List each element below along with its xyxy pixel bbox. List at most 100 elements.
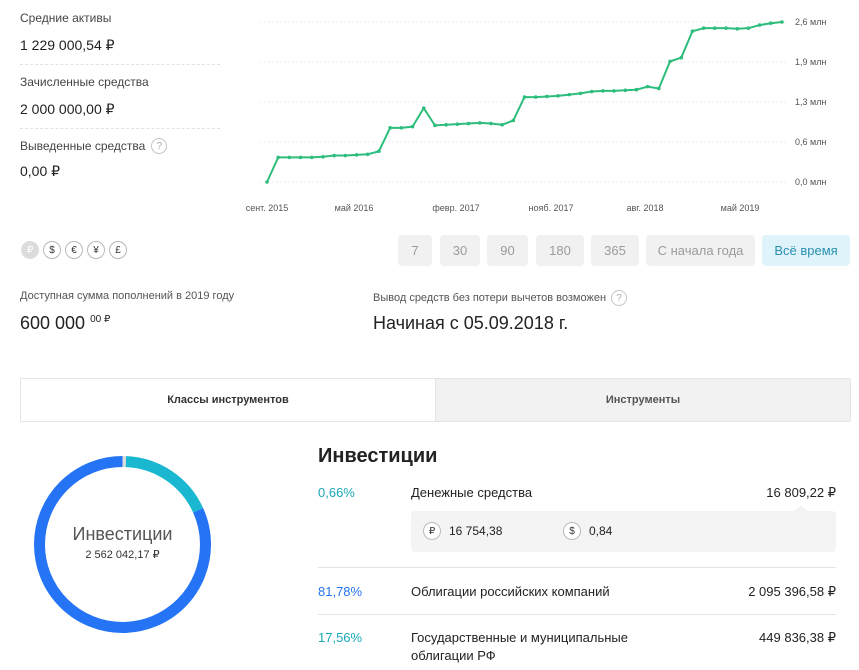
period-2-button[interactable]: 90 (487, 235, 528, 266)
data-point[interactable] (567, 92, 572, 97)
data-point[interactable] (489, 121, 493, 126)
data-point[interactable] (500, 122, 504, 127)
cash-usd-value: 0,84 (589, 524, 613, 538)
tab-instrument-classes[interactable]: Классы инструментов (21, 379, 435, 421)
data-point[interactable] (287, 155, 292, 160)
withdrawn-stat: Выведенные средства ? 0,00 ₽ (20, 138, 220, 180)
data-point[interactable] (365, 152, 370, 157)
withdraw-info-label: Вывод средств без потери вычетов возможе… (373, 292, 607, 304)
data-point[interactable] (511, 118, 516, 123)
x-tick-label: нояб. 2017 (528, 203, 573, 213)
data-point[interactable] (388, 126, 392, 130)
data-point[interactable] (444, 122, 448, 127)
view-tabs: Классы инструментов Инструменты (20, 378, 851, 422)
deposited-value: 2 000 000,00 ₽ (20, 101, 115, 117)
data-point[interactable] (298, 155, 303, 160)
donut-title: Инвестиции (72, 524, 173, 544)
investments-title: Инвестиции (318, 445, 438, 467)
data-point[interactable] (634, 87, 639, 92)
available-deposit-cents: 00 ₽ (90, 314, 111, 325)
data-point[interactable] (410, 124, 415, 129)
x-tick-label: май 2016 (335, 203, 374, 213)
data-point[interactable] (354, 153, 359, 157)
divider (20, 64, 220, 65)
data-point[interactable] (601, 89, 605, 93)
cash-breakdown: ₽ 16 754,38 $ 0,84 (411, 505, 836, 552)
y-tick-label: 0,6 млн (795, 137, 826, 147)
data-point[interactable] (668, 59, 672, 64)
period-1-button[interactable]: 30 (440, 235, 480, 266)
x-tick-label: сент. 2015 (246, 203, 289, 213)
dollar-icon: $ (563, 522, 581, 540)
avg-assets-value: 1 229 000,54 ₽ (20, 37, 115, 53)
row-name: Облигации российских компаний (411, 584, 610, 599)
currency-2-button[interactable]: € (65, 241, 83, 259)
data-point[interactable] (701, 26, 706, 30)
available-deposit-label: Доступная сумма пополнений в 2019 году (20, 290, 235, 302)
period-4-button[interactable]: 365 (591, 235, 639, 266)
help-icon[interactable]: ? (151, 138, 168, 154)
period-6-button[interactable]: Всё время (762, 235, 850, 266)
row-percent: 17,56% (318, 630, 363, 645)
data-point[interactable] (321, 154, 325, 159)
data-point[interactable] (477, 121, 482, 125)
divider (318, 567, 836, 568)
withdrawn-value: 0,00 ₽ (20, 163, 61, 179)
data-point[interactable] (533, 95, 538, 99)
data-point[interactable] (623, 88, 628, 93)
data-point[interactable] (679, 55, 684, 60)
data-point[interactable] (433, 123, 437, 128)
currency-1-button[interactable]: $ (43, 241, 61, 259)
data-point[interactable] (757, 23, 762, 27)
data-point[interactable] (645, 84, 650, 89)
data-point[interactable] (589, 89, 594, 94)
x-tick-label: февр. 2017 (432, 203, 479, 213)
data-point[interactable] (421, 106, 426, 110)
data-point[interactable] (780, 20, 784, 24)
row-percent: 0,66% (318, 485, 355, 500)
row-amount: 16 809,22 ₽ (766, 485, 836, 500)
data-point[interactable] (309, 155, 314, 160)
data-point[interactable] (377, 149, 381, 154)
data-point[interactable] (612, 89, 616, 93)
divider (20, 128, 220, 129)
period-5-button[interactable]: С начала года (646, 235, 755, 266)
withdrawn-label: Выведенные средства (20, 139, 146, 153)
currency-0-button[interactable]: ₽ (21, 241, 39, 259)
help-icon[interactable]: ? (611, 290, 628, 306)
cash-rub-value: 16 754,38 (449, 524, 503, 538)
data-point[interactable] (746, 26, 751, 30)
period-3-button[interactable]: 180 (536, 235, 584, 266)
data-point[interactable] (769, 21, 773, 26)
currency-4-button[interactable]: £ (109, 241, 127, 259)
data-point[interactable] (690, 29, 695, 34)
data-point[interactable] (522, 95, 527, 99)
data-point[interactable] (455, 122, 460, 126)
data-point[interactable] (713, 26, 717, 30)
data-point[interactable] (276, 155, 280, 160)
data-point[interactable] (735, 26, 740, 31)
row-name: Государственные и муниципальные облигаци… (411, 630, 628, 663)
row-amount: 2 095 396,58 ₽ (748, 584, 836, 599)
data-point[interactable] (265, 180, 269, 184)
x-tick-label: май 2019 (721, 203, 760, 213)
data-point[interactable] (657, 86, 661, 91)
y-tick-label: 0,0 млн (795, 177, 826, 187)
divider (318, 614, 836, 615)
row-name: Денежные средства (411, 485, 533, 500)
data-point[interactable] (332, 153, 336, 158)
data-point[interactable] (399, 126, 404, 130)
currency-3-button[interactable]: ¥ (87, 241, 105, 259)
data-point[interactable] (578, 91, 583, 96)
data-point[interactable] (556, 94, 560, 98)
deposited-stat: Зачисленные средства 2 000 000,00 ₽ (20, 75, 220, 118)
data-point[interactable] (466, 121, 471, 126)
data-point[interactable] (343, 153, 348, 158)
data-point[interactable] (724, 26, 728, 30)
data-point[interactable] (545, 94, 549, 99)
period-0-button[interactable]: 7 (398, 235, 432, 266)
deposited-label: Зачисленные средства (20, 75, 149, 89)
tab-instruments[interactable]: Инструменты (435, 379, 850, 421)
avg-assets-label: Средние активы (20, 11, 112, 25)
y-tick-label: 1,3 млн (795, 97, 826, 107)
